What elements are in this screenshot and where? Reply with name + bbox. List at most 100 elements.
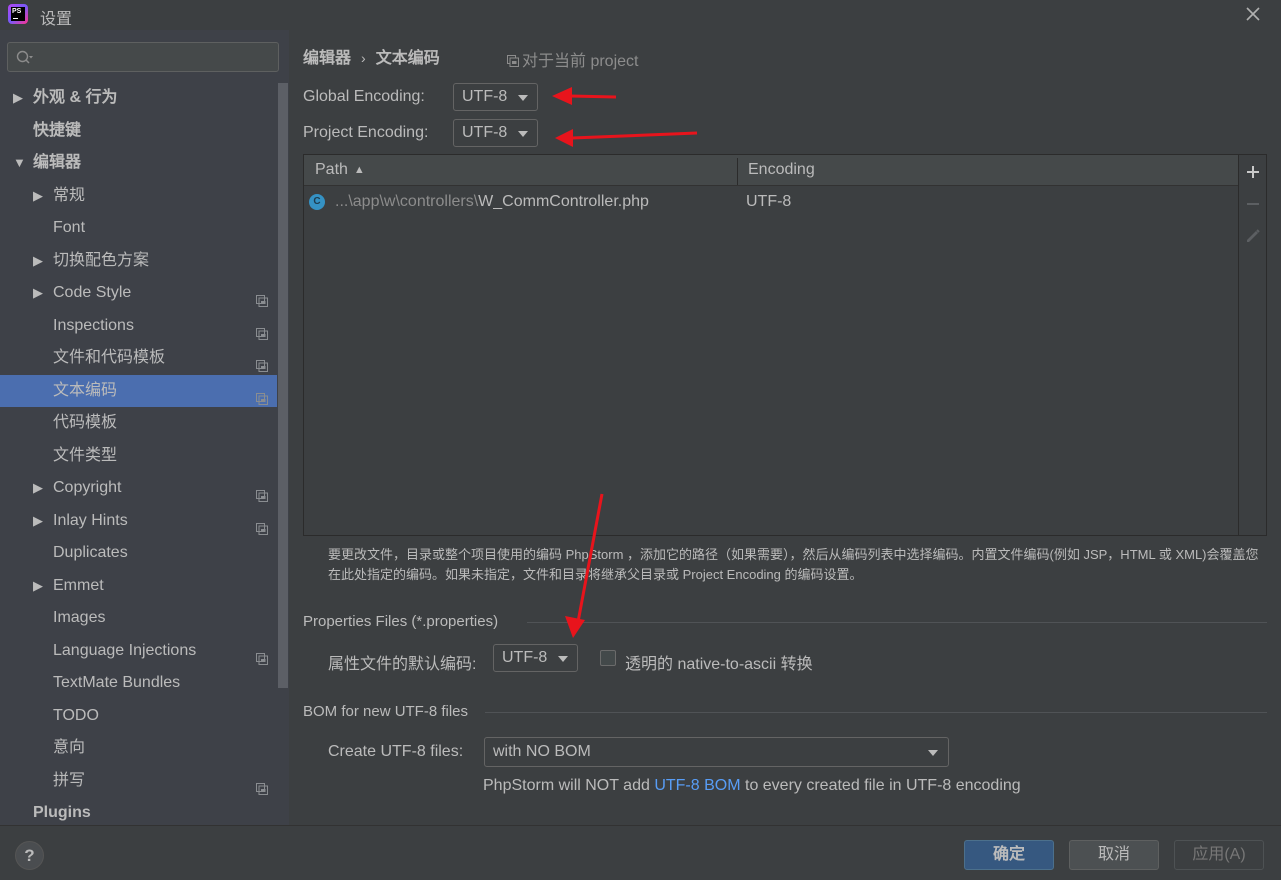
collapsed-arrow-icon[interactable]: ▶ <box>33 505 43 537</box>
expanded-arrow-icon[interactable]: ▼ <box>13 147 26 179</box>
for-current-project-note: 对于当前 project <box>507 47 638 71</box>
sidebar-item[interactable]: ▶ Emmet <box>0 570 277 603</box>
properties-encoding-value: UTF-8 <box>502 649 548 666</box>
file-encoding-table: Path ▲ Encoding C ...\app\w\controllers\W… <box>303 154 1239 536</box>
sidebar-item[interactable]: 快捷键 <box>0 115 277 148</box>
global-encoding-value: UTF-8 <box>462 88 508 105</box>
sidebar-item[interactable]: ▼ 编辑器 <box>0 147 277 180</box>
sidebar-item-label: 快捷键 <box>33 121 82 139</box>
sidebar-item[interactable]: 意向 <box>0 732 277 765</box>
sidebar-item[interactable]: 文件类型 <box>0 440 277 473</box>
project-scope-icon <box>256 385 268 405</box>
collapsed-arrow-icon[interactable]: ▶ <box>33 570 43 602</box>
collapsed-arrow-icon[interactable]: ▶ <box>33 245 43 277</box>
sidebar-item-label: 外观 & 行为 <box>33 89 118 106</box>
project-scope-icon <box>256 775 268 795</box>
remove-icon[interactable] <box>1245 196 1261 212</box>
native-to-ascii-checkbox[interactable] <box>600 650 616 666</box>
project-scope-icon <box>256 482 268 502</box>
section-divider <box>485 712 1267 713</box>
bom-option-select[interactable]: with NO BOM <box>484 737 949 767</box>
sidebar-item[interactable]: Inspections <box>0 310 277 343</box>
sidebar-item[interactable]: ▶ 常规 <box>0 180 277 213</box>
sidebar-item[interactable]: 文件和代码模板 <box>0 342 277 375</box>
sidebar-item[interactable]: ▶ 切换配色方案 <box>0 245 277 278</box>
path-header-label: Path <box>315 161 348 178</box>
settings-search-input[interactable] <box>7 42 279 72</box>
php-class-icon: C <box>309 194 325 210</box>
title-bar: PS 设置 <box>0 0 1281 30</box>
column-divider[interactable] <box>737 158 738 185</box>
sidebar-item[interactable]: 代码模板 <box>0 407 277 440</box>
sidebar-item[interactable]: ▶ Copyright <box>0 472 277 505</box>
sidebar-item[interactable]: 文本编码 <box>0 374 277 407</box>
cancel-button[interactable]: 取消 <box>1069 840 1159 870</box>
sidebar-item[interactable]: ▶ Code Style <box>0 277 277 310</box>
table-row[interactable]: C ...\app\w\controllers\W_CommController… <box>304 186 1238 218</box>
properties-default-encoding-label: 属性文件的默认编码: <box>328 656 477 673</box>
encoding-hint-text: 要更改文件，目录或整个项目使用的编码 PhpStorm ，添加它的路径（如果需要… <box>328 547 1259 582</box>
sidebar-item[interactable]: Font <box>0 212 277 245</box>
utf8-bom-link[interactable]: UTF-8 BOM <box>654 777 740 794</box>
dialog-footer: ? 确定 取消 应用(A) <box>0 825 1281 880</box>
sidebar-item[interactable]: TextMate Bundles <box>0 667 277 700</box>
chevron-down-icon <box>518 131 528 137</box>
breadcrumb: 编辑器 › 文本编码 <box>303 44 440 68</box>
collapsed-arrow-icon[interactable]: ▶ <box>33 180 43 212</box>
bom-description: PhpStorm will NOT add UTF-8 BOM to every… <box>483 777 1021 795</box>
sidebar-item-label: Inlay Hints <box>53 511 128 529</box>
sidebar-item[interactable]: TODO <box>0 700 277 733</box>
sidebar-item[interactable]: ▶ 外观 & 行为 <box>0 82 277 115</box>
logo-text: PS <box>12 8 22 15</box>
project-encoding-select[interactable]: UTF-8 <box>453 119 538 147</box>
table-header: Path ▲ Encoding <box>304 155 1238 186</box>
bom-section-title: BOM for new UTF-8 files <box>303 703 469 720</box>
global-encoding-label: Global Encoding: <box>303 88 425 105</box>
sidebar-scrollbar[interactable] <box>278 83 288 688</box>
close-button[interactable] <box>1243 4 1263 24</box>
sidebar-item-label: 切换配色方案 <box>53 251 150 269</box>
column-header-path[interactable]: Path ▲ <box>315 155 365 185</box>
breadcrumb-editor[interactable]: 编辑器 <box>303 50 351 67</box>
sidebar-item-label: TODO <box>53 706 99 724</box>
sidebar-item[interactable]: ▶ Inlay Hints <box>0 505 277 538</box>
apply-button[interactable]: 应用(A) <box>1174 840 1264 870</box>
sidebar-item[interactable]: Language Injections <box>0 635 277 668</box>
settings-sidebar: ▶ 外观 & 行为 快捷键 ▼ 编辑器 ▶ 常规 Font ▶ 切换配色方案 ▶ Code Style… <box>0 30 289 825</box>
sidebar-item-label: 拼写 <box>53 771 86 789</box>
sidebar-item[interactable]: Images <box>0 602 277 635</box>
table-toolbar <box>1239 154 1267 536</box>
chevron-down-icon <box>518 95 528 101</box>
sidebar-item-label: 代码模板 <box>53 414 118 431</box>
sidebar-item-label: 文本编码 <box>53 381 118 399</box>
column-header-encoding[interactable]: Encoding <box>748 155 815 185</box>
help-button[interactable]: ? <box>15 841 44 870</box>
collapsed-arrow-icon[interactable]: ▶ <box>33 472 43 504</box>
path-prefix: ...\app\w\controllers\ <box>335 193 479 210</box>
ok-button[interactable]: 确定 <box>964 840 1054 870</box>
collapsed-arrow-icon[interactable]: ▶ <box>33 277 43 309</box>
breadcrumb-text-encoding: 文本编码 <box>375 50 440 67</box>
project-encoding-value: UTF-8 <box>462 124 508 141</box>
sidebar-item-label: Images <box>53 609 106 626</box>
add-icon[interactable] <box>1245 164 1261 180</box>
project-scope-icon <box>256 287 268 307</box>
properties-section-title: Properties Files (*.properties) <box>303 613 499 630</box>
sidebar-item-label: TextMate Bundles <box>53 674 181 691</box>
file-name: W_CommController.php <box>478 193 649 210</box>
bom-option-value: with NO BOM <box>493 743 591 760</box>
sidebar-item-label: Font <box>53 219 86 236</box>
create-utf8-files-label: Create UTF-8 files: <box>328 743 464 760</box>
sidebar-item[interactable]: 拼写 <box>0 765 277 798</box>
global-encoding-select[interactable]: UTF-8 <box>453 83 538 111</box>
edit-icon[interactable] <box>1245 228 1261 244</box>
collapsed-arrow-icon[interactable]: ▶ <box>13 82 23 114</box>
properties-encoding-select[interactable]: UTF-8 <box>493 644 578 672</box>
sidebar-item-label: Language Injections <box>53 641 197 659</box>
native-to-ascii-label[interactable]: 透明的 native-to-ascii 转换 <box>625 650 813 674</box>
project-scope-icon <box>507 55 519 67</box>
phpstorm-logo-icon: PS <box>8 4 28 24</box>
sidebar-item[interactable]: Duplicates <box>0 537 277 570</box>
row-encoding[interactable]: UTF-8 <box>746 186 791 218</box>
window-title: 设置 <box>40 11 73 28</box>
